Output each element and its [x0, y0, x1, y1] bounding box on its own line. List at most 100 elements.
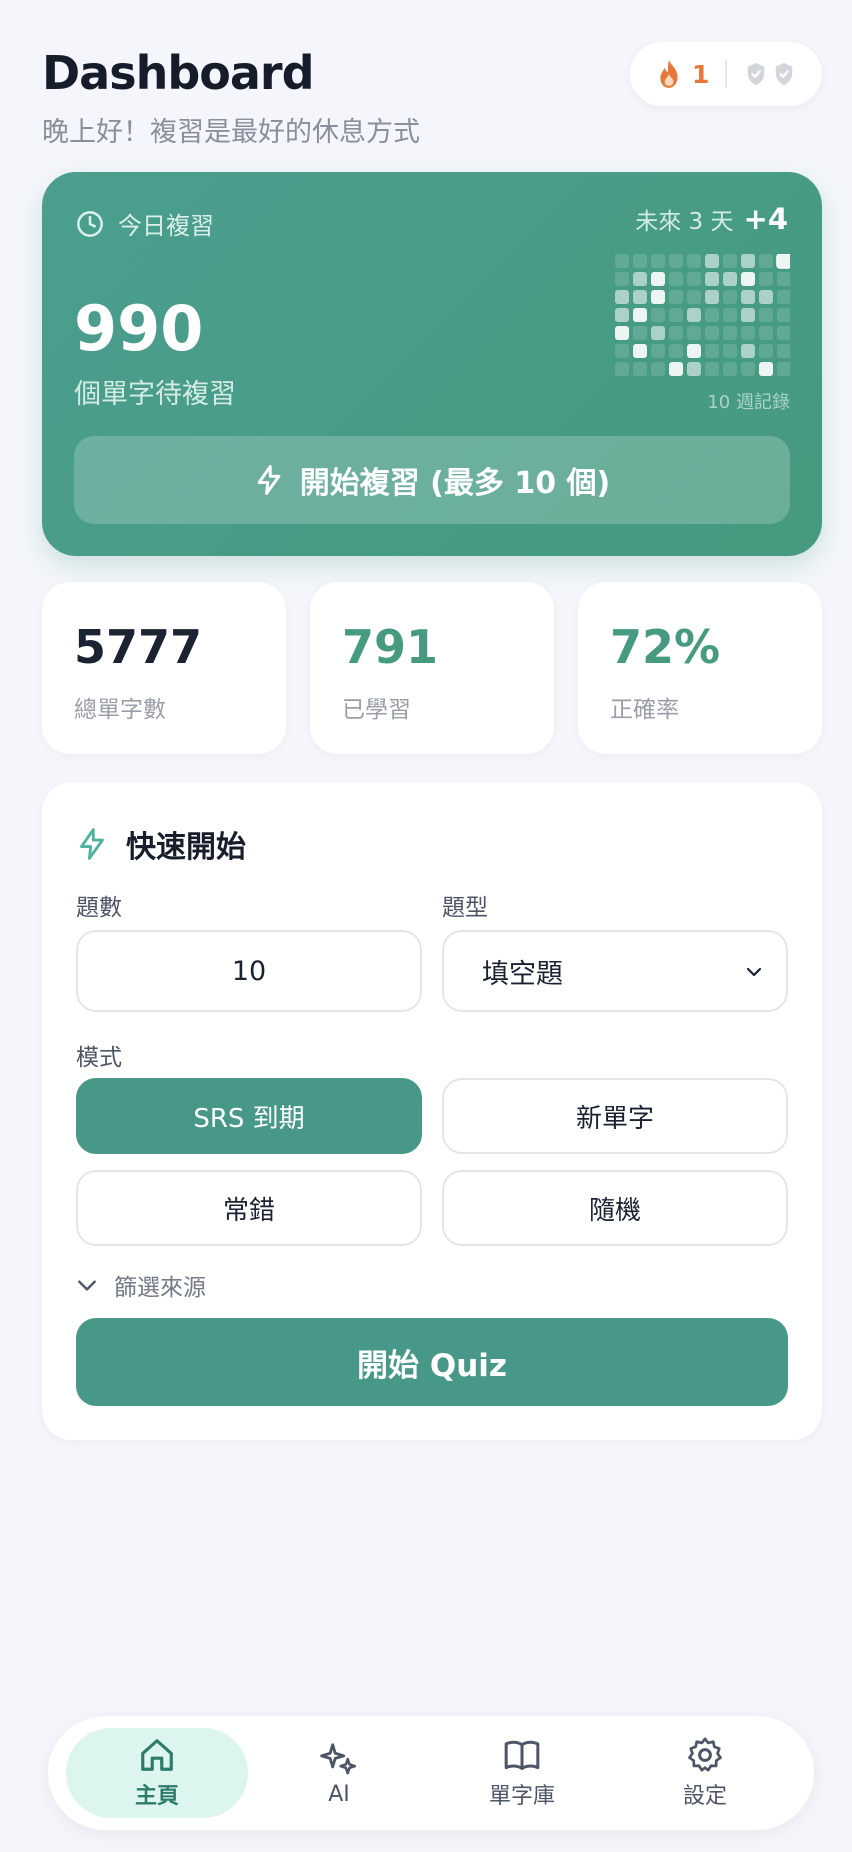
question-count-input[interactable]: 10: [76, 930, 422, 1012]
quick-start-title: 快速開始: [126, 830, 246, 865]
heatmap-cell: [759, 308, 773, 322]
heatmap-cell: [651, 254, 665, 268]
mode-label: 模式: [76, 1045, 122, 1071]
heatmap-cell: [705, 344, 719, 358]
heatmap-cell: [633, 344, 647, 358]
review-card: 今日複習 未來 3 天 +4 990 個單字待複習 10 週記錄 開始複習 (最…: [42, 172, 822, 556]
type-label: 題型: [442, 895, 488, 921]
stat-value: 791: [342, 620, 439, 674]
heatmap-cell: [615, 362, 629, 376]
start-review-label: 開始複習 (最多 10 個): [299, 466, 611, 501]
heatmap-cell: [741, 254, 755, 268]
heatmap-cell: [651, 290, 665, 304]
quick-start-header: 快速開始: [76, 822, 246, 866]
heatmap-cell: [687, 272, 701, 286]
book-icon: [504, 1740, 540, 1770]
nav-label: 單字庫: [488, 1784, 555, 1809]
heatmap-cell: [615, 344, 629, 358]
due-label: 個單字待複習: [74, 379, 236, 410]
stat-card-learned: 791 已學習: [310, 582, 554, 754]
heatmap-cell: [705, 272, 719, 286]
chevron-down-icon: [78, 1280, 96, 1291]
heatmap-cell: [723, 308, 737, 322]
sparkle-icon: [320, 1742, 357, 1775]
stat-label: 總單字數: [74, 697, 166, 723]
nav-item-word-bank[interactable]: 單字庫: [431, 1728, 613, 1818]
nav-item-home[interactable]: 主頁: [66, 1728, 248, 1818]
heatmap-cell: [705, 254, 719, 268]
heatmap-cell: [723, 272, 737, 286]
mode-frequent-mistakes-button[interactable]: 常錯: [76, 1170, 422, 1246]
heatmap-cell: [687, 290, 701, 304]
heatmap-cell: [759, 344, 773, 358]
heatmap-cell: [633, 308, 647, 322]
heatmap-cell: [669, 362, 683, 376]
heatmap-cell: [633, 254, 647, 268]
nav-label: AI: [328, 1781, 350, 1807]
heatmap-cell: [723, 362, 737, 376]
heatmap-cell: [723, 254, 737, 268]
lightning-icon: [80, 828, 104, 860]
divider: [725, 60, 728, 88]
heatmap-cell: [633, 290, 647, 304]
heatmap-cell: [633, 272, 647, 286]
gear-icon: [688, 1737, 722, 1772]
nav-item-settings[interactable]: 設定: [614, 1728, 796, 1818]
heatmap-cell: [615, 326, 629, 340]
filter-source-label: 篩選來源: [114, 1275, 206, 1301]
heatmap-cell: [723, 326, 737, 340]
heatmap-cell: [651, 326, 665, 340]
heatmap-cell: [723, 290, 737, 304]
nav-label: 設定: [682, 1784, 727, 1809]
heatmap-cell: [705, 290, 719, 304]
heatmap-cell: [615, 272, 629, 286]
heatmap-cell: [776, 254, 790, 269]
heatmap-cell: [669, 272, 683, 286]
heatmap-cell: [759, 326, 773, 340]
nav-item-ai[interactable]: AI: [248, 1728, 430, 1818]
review-heatmap: [615, 254, 790, 376]
heatmap-cell: [723, 344, 737, 358]
heatmap-cell: [777, 344, 790, 358]
heatmap-cell: [669, 308, 683, 322]
heatmap-cell: [741, 344, 755, 358]
heatmap-cell: [777, 362, 790, 376]
heatmap-cell: [615, 290, 629, 304]
heatmap-cell: [651, 362, 665, 376]
due-count: 990: [74, 292, 204, 365]
heatmap-cell: [687, 344, 701, 358]
stat-label: 已學習: [342, 697, 411, 723]
heatmap-cell: [687, 362, 701, 376]
heatmap-cell: [615, 308, 629, 322]
heatmap-cell: [759, 254, 773, 268]
greeting-text: 晚上好！複習是最好的休息方式: [42, 117, 420, 148]
mode-srs-button[interactable]: SRS 到期: [76, 1078, 422, 1154]
shield-icon: [776, 63, 793, 85]
heatmap-cell: [759, 290, 773, 304]
streak-badge[interactable]: 1: [630, 42, 822, 106]
heatmap-cell: [633, 326, 647, 340]
chevron-down-icon: [746, 967, 762, 977]
home-icon: [141, 1739, 173, 1771]
clock-icon: [77, 210, 103, 237]
review-label-row: 今日複習: [76, 206, 214, 241]
mode-random-button[interactable]: 隨機: [442, 1170, 788, 1246]
heatmap-cell: [687, 254, 701, 268]
heatmap-cell: [669, 344, 683, 358]
header: Dashboard 晚上好！複習是最好的休息方式 1: [42, 42, 822, 156]
question-type-select[interactable]: 填空題: [442, 930, 788, 1012]
start-quiz-button[interactable]: 開始 Quiz: [76, 1318, 788, 1406]
future-review-count: 未來 3 天 +4: [635, 202, 788, 236]
stat-card-total: 5777 總單字數: [42, 582, 286, 754]
heatmap-cell: [777, 272, 790, 286]
review-label: 今日複習: [118, 212, 214, 240]
filter-source-toggle[interactable]: 篩選來源: [76, 1268, 206, 1302]
mode-new-words-button[interactable]: 新單字: [442, 1078, 788, 1154]
heatmap-cell: [759, 272, 773, 286]
nav-label: 主頁: [134, 1784, 179, 1809]
heatmap-cell: [651, 344, 665, 358]
start-review-button[interactable]: 開始複習 (最多 10 個): [74, 436, 790, 524]
stat-label: 正確率: [610, 697, 679, 723]
heatmap-cell: [777, 326, 790, 340]
heatmap-cell: [741, 362, 755, 376]
